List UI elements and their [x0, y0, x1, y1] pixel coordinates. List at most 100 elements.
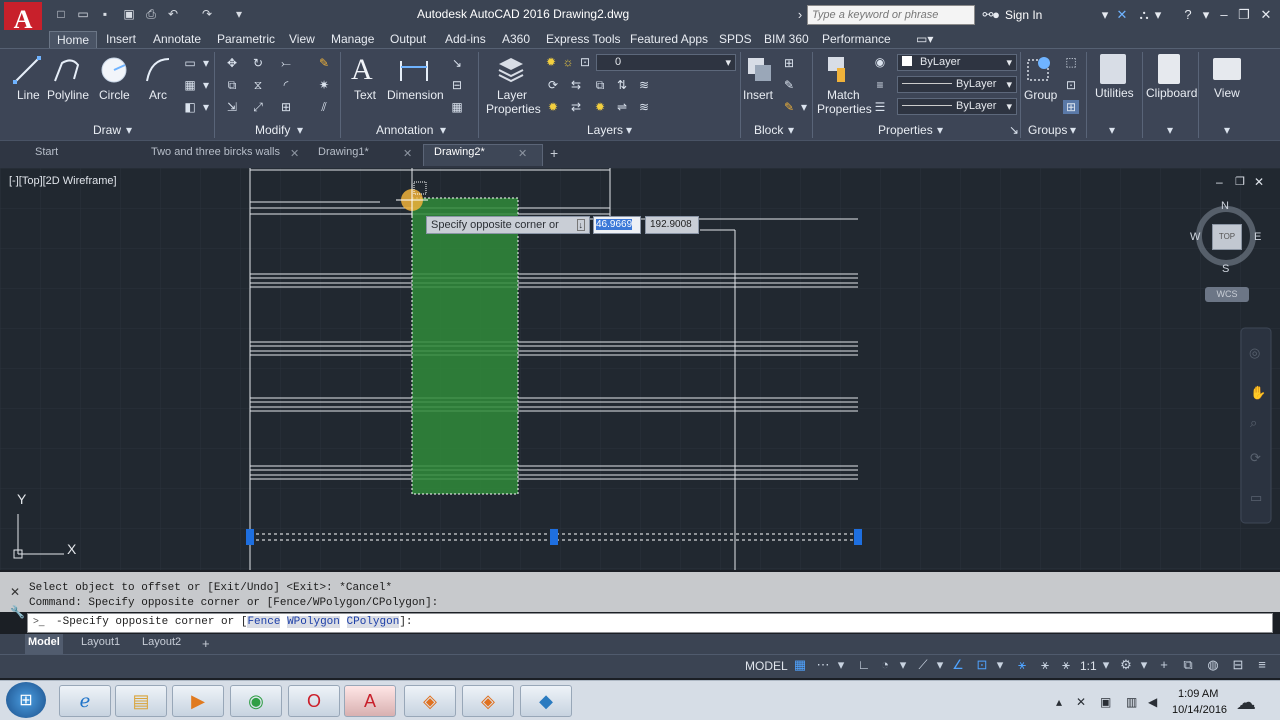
table-icon[interactable]: ▦: [449, 100, 465, 114]
edit-attributes-icon[interactable]: ✎: [781, 100, 797, 114]
layout-tab-layout2[interactable]: Layout2: [142, 636, 181, 648]
dimension-tool-label[interactable]: Dimension: [387, 88, 444, 102]
chevron-down-icon[interactable]: ▾: [292, 123, 308, 137]
model-space-button[interactable]: MODEL: [745, 659, 788, 673]
compass-west[interactable]: W: [1190, 231, 1200, 243]
save-icon[interactable]: ▪: [98, 7, 112, 21]
create-block-icon[interactable]: ⊞: [781, 56, 797, 70]
ortho-icon[interactable]: ∟: [856, 657, 872, 673]
chevron-right-icon[interactable]: ›: [792, 7, 808, 23]
file-tab-start[interactable]: Start: [35, 146, 58, 158]
compass-north[interactable]: N: [1221, 200, 1229, 212]
annotation-monitor-icon[interactable]: +: [1156, 657, 1172, 673]
viewport-close-icon[interactable]: ✕: [1254, 175, 1264, 189]
orbit-icon[interactable]: ⟳: [1250, 450, 1261, 466]
steering-wheel-icon[interactable]: ◎: [1249, 345, 1260, 361]
groups-panel-title[interactable]: Groups: [1028, 123, 1067, 137]
dropdown-icon[interactable]: ▾: [796, 100, 812, 114]
volume-icon[interactable]: ◀: [1148, 695, 1157, 709]
modify-panel-title[interactable]: Modify: [255, 123, 290, 137]
start-button-icon[interactable]: ⊞: [6, 682, 46, 718]
line-tool[interactable]: [12, 55, 42, 90]
layer-tool-icon[interactable]: ≋: [636, 100, 652, 114]
chevron-down-icon[interactable]: ▾: [435, 123, 451, 137]
showmotion-icon[interactable]: ▭: [1250, 490, 1262, 506]
undo-icon[interactable]: ↶: [166, 7, 180, 21]
auto-scale-icon[interactable]: ⚹: [1037, 657, 1053, 673]
open-file-icon[interactable]: ▭: [76, 7, 90, 21]
layer-dropdown[interactable]: 0 ▾: [596, 54, 736, 71]
tray-app-icon[interactable]: ✕: [1076, 695, 1086, 709]
copy-icon[interactable]: ⧉: [224, 78, 240, 92]
file-explorer-icon[interactable]: ▤: [115, 685, 167, 717]
view-label[interactable]: View: [1214, 86, 1240, 100]
viewport-restore-icon[interactable]: ❐: [1235, 175, 1245, 188]
file-tab-drawing1[interactable]: Drawing1*: [318, 146, 369, 158]
stretch-icon[interactable]: ⇲: [224, 100, 240, 114]
pan-icon[interactable]: ✋: [1250, 385, 1266, 401]
notification-cloud-icon[interactable]: ☁: [1236, 690, 1256, 715]
x-coordinate-input[interactable]: 46.9669: [593, 216, 641, 234]
y-coordinate-input[interactable]: 192.9008: [645, 216, 699, 234]
insert-block-tool[interactable]: [745, 54, 773, 89]
array-icon[interactable]: ⊞: [278, 100, 294, 114]
sign-in-link[interactable]: Sign In: [1005, 8, 1042, 22]
media-player-icon[interactable]: ▶: [172, 685, 224, 717]
draw-panel-title[interactable]: Draw: [93, 123, 121, 137]
group-edit-icon[interactable]: ⊡: [1063, 78, 1079, 92]
recording-app-icon[interactable]: ◈: [404, 685, 456, 717]
tab-performance[interactable]: Performance: [822, 31, 891, 49]
chevron-down-icon[interactable]: ▾: [932, 657, 948, 673]
layer-properties-tool[interactable]: [496, 54, 526, 89]
option-fence[interactable]: Fence: [247, 616, 281, 628]
lightbulb-icon[interactable]: ✹: [543, 55, 559, 69]
command-prompt-icon[interactable]: >_: [33, 616, 44, 627]
hardware-acceleration-icon[interactable]: ◍: [1205, 657, 1221, 673]
linetype-icon[interactable]: ☰: [872, 100, 888, 114]
chevron-down-icon[interactable]: ▾: [783, 123, 799, 137]
chevron-down-icon[interactable]: ▾: [1136, 657, 1152, 673]
tab-output[interactable]: Output: [390, 31, 426, 49]
layer-freeze-icon[interactable]: ✹: [545, 100, 561, 114]
ribbon-minimize-toggle-icon[interactable]: ▭▾: [916, 31, 933, 49]
close-window-icon[interactable]: ✕: [1258, 7, 1274, 23]
color-dropdown[interactable]: ByLayer ▾: [897, 54, 1017, 71]
new-file-icon[interactable]: □: [54, 7, 68, 21]
block-panel-title[interactable]: Block: [754, 123, 783, 137]
tray-app-icon[interactable]: ▣: [1100, 695, 1111, 709]
quick-access-dropdown-icon[interactable]: ▾: [232, 7, 246, 21]
dimstyle-icon[interactable]: ⊟: [449, 78, 465, 92]
layer-tool-icon[interactable]: ✹: [592, 100, 608, 114]
isolate-objects-icon[interactable]: ⧉: [1180, 657, 1196, 673]
mirror-icon[interactable]: ⧖: [250, 78, 266, 92]
sun-icon[interactable]: ☼: [560, 55, 576, 69]
options-arrow-icon[interactable]: ↓: [576, 219, 585, 231]
leader-icon[interactable]: ↘: [449, 56, 465, 70]
minimize-window-icon[interactable]: –: [1216, 7, 1232, 23]
file-tab-drawing2[interactable]: Drawing2*: [434, 146, 485, 158]
compass-south[interactable]: S: [1222, 263, 1229, 275]
wcs-menu-button[interactable]: WCS: [1205, 287, 1249, 302]
scale-icon[interactable]: ⤢: [250, 100, 266, 114]
viewport-minimize-icon[interactable]: –: [1216, 175, 1223, 189]
annotation-scale-value[interactable]: 1:1: [1080, 659, 1097, 673]
save-as-icon[interactable]: ▣: [122, 7, 136, 21]
isodraft-icon[interactable]: ⟋: [915, 657, 931, 673]
group-tool[interactable]: [1026, 54, 1056, 89]
lock-icon[interactable]: ⊡: [577, 55, 593, 69]
tab-parametric[interactable]: Parametric: [217, 31, 275, 49]
layer-tool-icon[interactable]: ⇅: [614, 78, 630, 92]
clock-date[interactable]: 10/14/2016: [1172, 704, 1227, 716]
option-cpolygon[interactable]: CPolygon: [346, 616, 400, 628]
chevron-down-icon[interactable]: ▾: [932, 123, 948, 137]
layer-tool-icon[interactable]: ⟳: [545, 78, 561, 92]
restore-window-icon[interactable]: ❐: [1236, 7, 1252, 23]
explode-icon[interactable]: ✷: [316, 78, 332, 92]
clock-time[interactable]: 1:09 AM: [1178, 688, 1218, 700]
tab-view[interactable]: View: [289, 31, 315, 49]
close-tab-icon[interactable]: ✕: [290, 147, 299, 160]
layout-tab-layout1[interactable]: Layout1: [81, 636, 120, 648]
annotation-visibility-icon[interactable]: ⚹: [1014, 657, 1030, 673]
edit-block-icon[interactable]: ✎: [781, 78, 797, 92]
object-snap-icon[interactable]: ⊡: [974, 657, 990, 673]
